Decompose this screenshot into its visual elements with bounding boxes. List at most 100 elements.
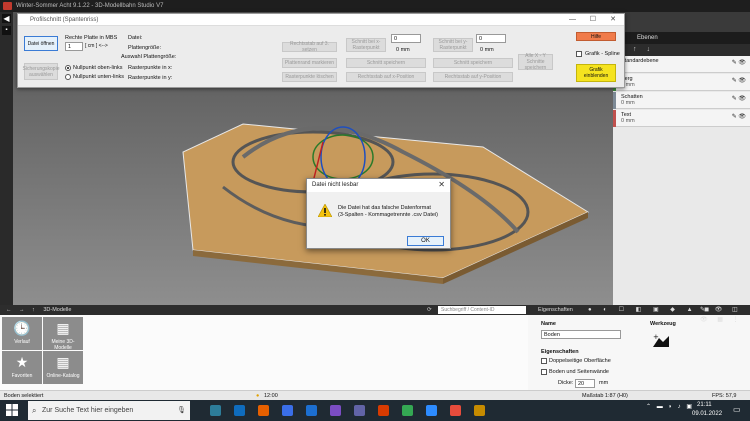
ok-button[interactable]: OK [407,236,444,246]
properties-title: Eigenschaften [538,307,573,313]
app-icon[interactable] [450,405,461,416]
models-search-input[interactable]: Suchbegriff / Content-ID [438,306,526,314]
ruler-ypos-button[interactable]: Rechtsstab auf y-Position [433,72,513,82]
app-title: Winter-Sommer Acht 9.1.22 - 3D-Modellbah… [16,3,164,9]
taskbar-search-label: Zur Suche Text hier eingeben [42,407,134,414]
spline-label: Grafik - Spline [585,51,620,57]
zoom-icon[interactable] [426,405,437,416]
minimize-icon[interactable]: — [569,14,576,26]
layer-color-bar [613,92,616,109]
layer-item[interactable]: Text 0 mm ✎ 👁 [613,110,750,127]
windows-start-icon[interactable] [6,404,18,416]
properties-bar: Eigenschaften ● ◐ ☐ ◧ ▣ ◆ ▲ ◼ ✎ 👁 ◫ 👁 ▦ … [528,305,750,323]
microphone-icon[interactable]: 🎙 [177,401,186,420]
delete-grid-button[interactable]: Rasterpunkte löschen [282,72,337,82]
app-logo-icon [3,2,12,10]
catalog-tile[interactable]: ★ Favoriten [2,351,42,384]
dialog-message-line2: (3-Spalten - Kommagetrennte .csv Datei) [338,212,438,218]
layer-item[interactable]: Schatten 0 mm ✎ 👁 [613,92,750,109]
radio-bottom-label: Nullpunkt unten-links [73,74,125,80]
pin-and-eye-icons[interactable]: ✎ 👁 [732,114,746,120]
save-cut-y-button[interactable]: Schnitt speichern [433,58,513,68]
cut-x-input[interactable]: 0 [391,34,421,43]
app-title-bar: Winter-Sommer Acht 9.1.22 - 3D-Modellbah… [0,0,750,12]
catalog-tile[interactable]: 🕒 Verlauf [2,317,42,350]
catalog-tile[interactable]: ▦ Meine 3D-Modelle [43,317,83,351]
pin-and-eye-icons[interactable]: ✎ 👁 [732,60,746,66]
spline-checkbox[interactable] [576,51,582,57]
layer-offset: 0 mm [621,118,635,124]
cut-y-button[interactable]: Schnitt bei y-Rasterpunkt [433,38,473,52]
notification-icon[interactable]: ▭ [733,405,741,414]
profile-window: Profilschnitt (Spantenriss) — ☐ ✕ Datei … [17,13,625,88]
terrain-tool-icon[interactable]: + [653,333,669,347]
profile-window-title: Profilschnitt (Spantenriss) [18,14,624,26]
double-sided-checkbox[interactable] [541,358,547,364]
plate-size-label: Plattengröße: [128,45,162,51]
taskbar-search-input[interactable]: ⌕ Zur Suche Text hier eingeben 🎙 [28,401,190,420]
tile-label: Online-Katalog [46,373,80,379]
save-icon[interactable]: ▪ [2,26,11,35]
thickness-input[interactable]: 20 [575,379,595,388]
cut-y-input[interactable]: 0 [476,34,506,43]
layer-offset: 0 mm [621,100,635,106]
help-button[interactable]: Hilfe [576,32,616,41]
word-icon[interactable] [306,405,317,416]
ruler-xpos-button[interactable]: Rechtsstab auf x-Position [346,72,426,82]
chrome-icon[interactable] [282,405,293,416]
plate-value-input[interactable]: 1 [65,42,83,51]
teams-icon[interactable] [354,405,365,416]
mark-edge-button[interactable]: Plattenrand markieren [282,58,337,68]
show-graphic-button[interactable]: Grafik einblenden [576,64,616,82]
status-bar: Boden selektiert ● 12:00 Maßstab 1:87 (H… [0,390,750,400]
chrome-icon[interactable] [402,405,413,416]
backup-select-button[interactable]: Sicherungskopie auswählen [23,63,59,80]
layers-toolbar[interactable]: + ↑ ↓ [613,44,750,56]
open-file-button[interactable]: Datei öffnen [24,36,58,51]
floor-walls-checkbox[interactable] [541,369,547,375]
mbs-icon[interactable] [474,405,485,416]
pin-and-eye-icons[interactable]: ✎ 👁 [732,96,746,102]
radio-origin-top-left[interactable] [65,65,71,71]
cut-x-button[interactable]: Schnitt bei x-Rasterpunkt [346,38,386,52]
task-view-icon[interactable] [210,405,221,416]
maximize-icon[interactable]: ☐ [590,14,596,26]
thickness-unit-label: mm [599,380,609,386]
dialog-message-line1: Die Datei hat das falsche Datenformat [338,205,431,211]
svg-text:+: + [653,333,659,341]
save-cut-x-button[interactable]: Schnitt speichern [346,58,426,68]
layer-item[interactable]: Berg 0 mm ✎ 👁 [613,74,750,91]
office-icon[interactable] [378,405,389,416]
pin-and-eye-icons[interactable]: ✎ 👁 [732,78,746,84]
ruler-3-button[interactable]: Rechtsstab auf 3. setzen [282,41,337,53]
floor-walls-label: Boden und Seitenwände [549,369,609,375]
name-input[interactable]: Boden [541,330,621,339]
edge-icon[interactable] [234,405,245,416]
close-icon[interactable]: ✕ [610,14,616,26]
catalog-tile[interactable]: ▦ Online-Katalog [43,351,83,384]
layer-item[interactable]: Standardebene ✎ 👁 [613,56,750,73]
grid-icon: ▦ [56,320,70,336]
onenote-icon[interactable] [330,405,341,416]
back-arrow-icon[interactable]: ◀ [2,14,11,23]
refresh-icon[interactable]: ⟳ [427,305,432,315]
layer-color-bar [613,110,616,127]
properties-toolbar-icons[interactable]: ● ◐ ☐ ◧ ▣ ◆ ▲ ◼ [588,305,714,315]
name-label: Name [541,321,556,327]
dialog-close-icon[interactable]: ✕ [438,180,445,189]
tray-icons[interactable]: ⌃ ▬ ◗ ♪ ▣ [646,403,694,410]
view-toolbar-icons[interactable]: ✎ 👁 ◫ 👁 ▦ ⋮ [700,305,750,325]
search-icon: ⌕ [32,406,37,415]
taskbar-date: 09.01.2022 [692,411,723,417]
layers-panel-title: Ebenen [613,32,750,44]
plate-unit-label: [ cm ] <--> [85,43,108,49]
tile-label: Meine 3D-Modelle [51,339,75,351]
clock-icon: 🕒 [13,320,31,336]
save-all-cuts-button[interactable]: Alle X - Y Schnitte speichern [518,53,553,71]
nav-arrows-icon[interactable]: ← → ↑ [6,307,38,313]
left-toolbar: ◀ ▪ [0,12,13,305]
firefox-icon[interactable] [258,405,269,416]
thickness-label: Dicke: [558,380,574,386]
cut-x-mm-label: 0 mm [396,47,410,53]
radio-origin-bottom-left[interactable] [65,74,71,80]
